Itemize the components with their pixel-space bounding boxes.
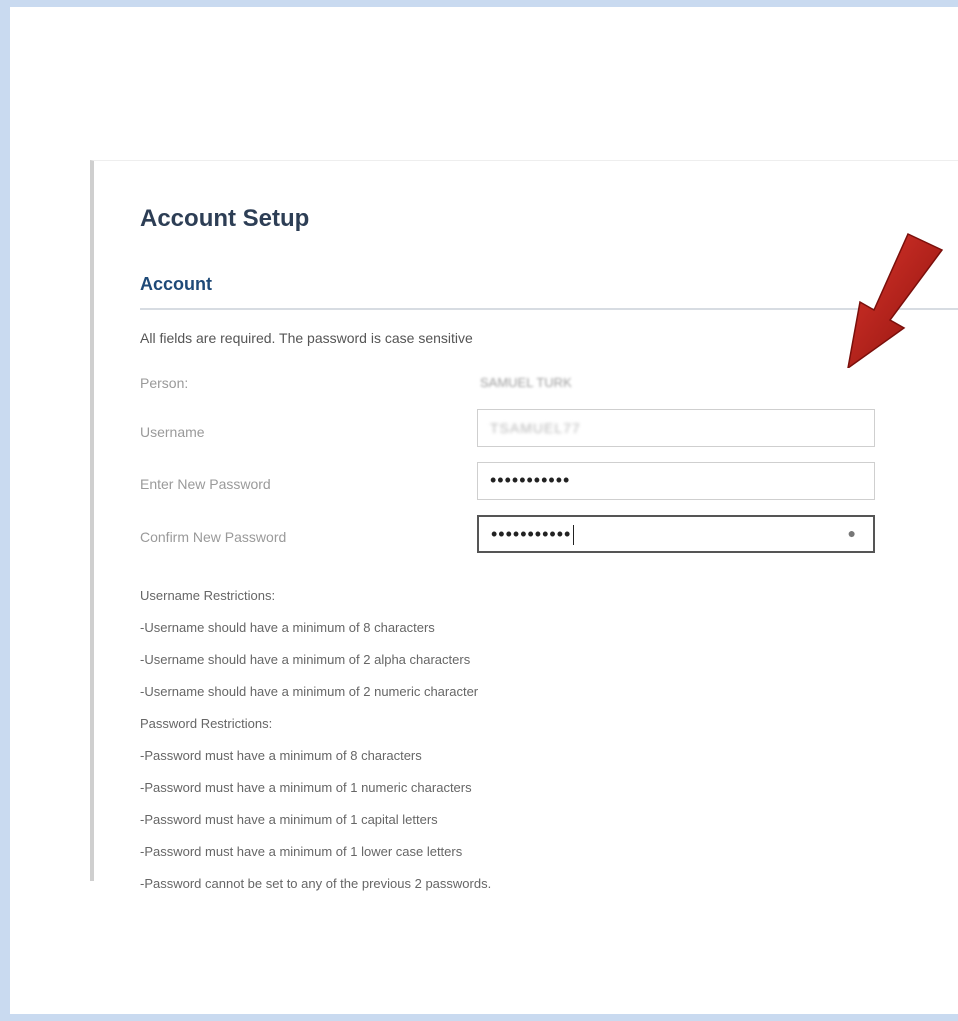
username-restrictions-heading: Username Restrictions:: [140, 588, 276, 603]
confirm-password-label: Confirm New Password: [140, 529, 287, 545]
person-value: SAMUEL TURK: [480, 375, 572, 390]
section-heading-account: Account: [140, 274, 212, 294]
page-title: Account Setup: [140, 205, 310, 232]
confirm-password-value: •••••••••••: [491, 524, 572, 544]
username-input[interactable]: TSAMUEL77: [477, 409, 875, 447]
text-caret: [573, 525, 575, 546]
password-rule-item: -Password must have a minimum of 1 lower…: [140, 844, 463, 859]
password-rule-item: -Password must have a minimum of 1 numer…: [140, 780, 472, 795]
username-rule-item: -Username should have a minimum of 2 num…: [140, 684, 479, 699]
person-label: Person:: [140, 375, 189, 391]
new-password-label: Enter New Password: [140, 476, 271, 492]
password-rule-item: -Password must have a minimum of 1 capit…: [140, 812, 438, 827]
password-rule-item: -Password cannot be set to any of the pr…: [140, 876, 492, 891]
password-rule-item: -Password must have a minimum of 8 chara…: [140, 748, 422, 763]
username-label: Username: [140, 424, 205, 440]
password-restrictions-heading: Password Restrictions:: [140, 716, 273, 731]
username-restrictions: Username Restrictions: -Username should …: [140, 572, 478, 716]
section-divider: [140, 308, 958, 310]
required-fields-note: All fields are required. The password is…: [140, 330, 473, 346]
username-value: TSAMUEL77: [490, 420, 581, 436]
new-password-value: •••••••••••: [490, 470, 571, 490]
confirm-password-input[interactable]: ••••••••••• ●: [477, 515, 875, 553]
clear-icon[interactable]: ●: [848, 525, 857, 541]
username-rule-item: -Username should have a minimum of 8 cha…: [140, 620, 435, 635]
password-restrictions: Password Restrictions: -Password must ha…: [140, 700, 491, 908]
new-password-input[interactable]: •••••••••••: [477, 462, 875, 500]
red-arrow-icon: [847, 232, 944, 368]
username-rule-item: -Username should have a minimum of 2 alp…: [140, 652, 471, 667]
